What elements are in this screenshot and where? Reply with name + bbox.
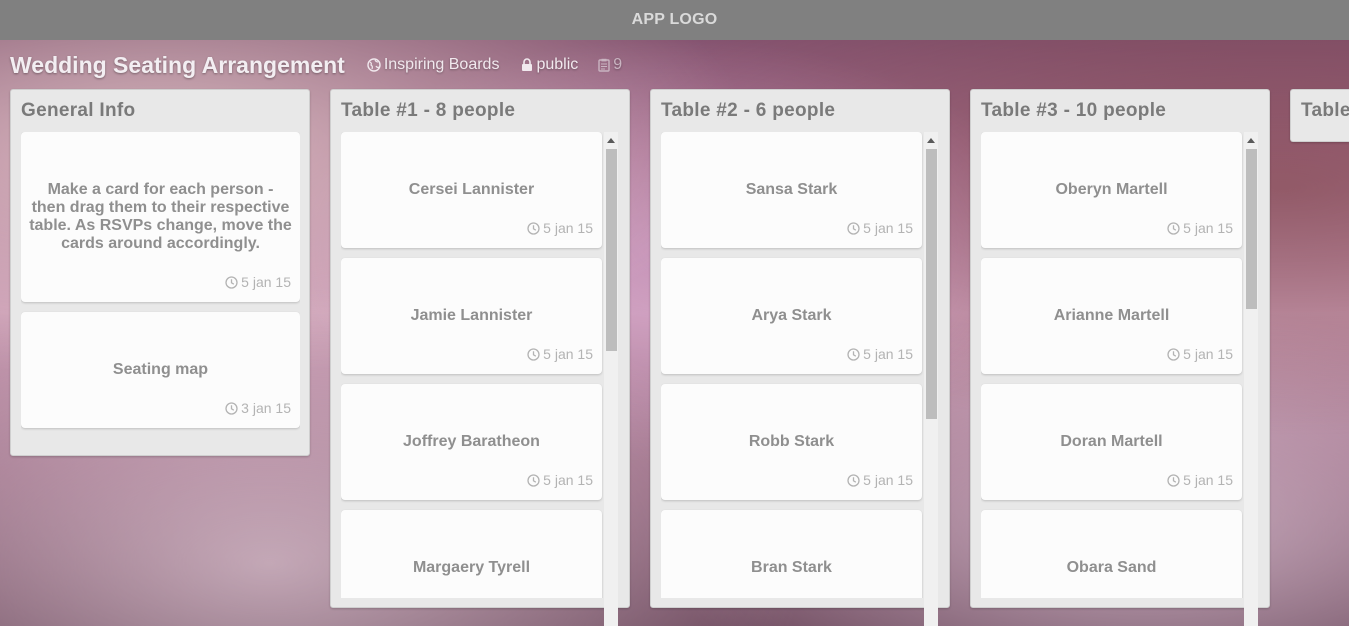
list-scrollbar[interactable] <box>924 132 938 626</box>
card[interactable]: Oberyn Martell 5 jan 15 <box>981 132 1242 248</box>
clock-icon <box>225 275 238 289</box>
clock-icon <box>1167 347 1180 361</box>
card-title: Doran Martell <box>1060 433 1163 450</box>
card-date-label: 5 jan 15 <box>863 472 913 488</box>
card-date-label: 5 jan 15 <box>241 274 291 290</box>
globe-icon <box>367 58 381 72</box>
card-title: Make a card for each person - then drag … <box>29 181 292 252</box>
card[interactable]: Seating map 3 jan 15 <box>21 312 300 428</box>
card-date: 5 jan 15 <box>527 220 593 236</box>
card-date-label: 5 jan 15 <box>543 472 593 488</box>
list-scrollbar[interactable] <box>604 132 618 626</box>
lock-icon <box>522 58 533 71</box>
card[interactable]: Cersei Lannister 5 jan 15 <box>341 132 602 248</box>
card-list: Sansa Stark 5 jan 15 Arya Stark 5 jan 15… <box>661 132 923 598</box>
clock-icon <box>527 221 540 235</box>
card-title: Cersei Lannister <box>408 181 535 198</box>
card-title: Joffrey Baratheon <box>403 433 540 450</box>
card-date-label: 5 jan 15 <box>543 346 593 362</box>
card-date: 5 jan 15 <box>527 346 593 362</box>
scroll-thumb[interactable] <box>606 149 617 351</box>
card[interactable]: Sansa Stark 5 jan 15 <box>661 132 922 248</box>
card-date: 5 jan 15 <box>1167 472 1233 488</box>
card[interactable]: Arianne Martell 5 jan 15 <box>981 258 1242 374</box>
card-date-label: 3 jan 15 <box>241 400 291 416</box>
card-title: Robb Stark <box>748 433 835 450</box>
card-title: Bran Stark <box>751 559 832 576</box>
card-date: 3 jan 15 <box>225 400 291 416</box>
card-date: 5 jan 15 <box>847 220 913 236</box>
board-title: Wedding Seating Arrangement <box>10 51 345 78</box>
card[interactable]: Make a card for each person - then drag … <box>21 132 300 302</box>
scroll-up-arrow[interactable] <box>927 138 935 143</box>
list-title: Table #2 - 6 people <box>661 100 836 121</box>
top-bar: APP LOGO <box>0 0 1349 40</box>
board-category-label: Inspiring Boards <box>383 56 500 73</box>
board-card-count: 9 <box>598 56 622 74</box>
clock-icon <box>527 473 540 487</box>
card[interactable]: Bran Stark <box>661 510 922 598</box>
clock-icon <box>847 347 860 361</box>
scroll-up-arrow[interactable] <box>607 138 615 143</box>
list-column[interactable]: Table <box>1290 89 1349 142</box>
scroll-up-arrow[interactable] <box>1247 138 1255 143</box>
clipboard-icon <box>598 58 610 72</box>
list-column[interactable]: Table #1 - 8 people Cersei Lannister 5 j… <box>330 89 630 626</box>
card-title: Oberyn Martell <box>1055 181 1168 198</box>
card[interactable]: Robb Stark 5 jan 15 <box>661 384 922 500</box>
board-visibility-label: public <box>536 56 579 73</box>
card-title: Arianne Martell <box>1053 307 1170 324</box>
card-title: Arya Stark <box>751 307 832 324</box>
card-date-label: 5 jan 15 <box>543 220 593 236</box>
clock-icon <box>225 401 238 415</box>
card[interactable]: Jamie Lannister 5 jan 15 <box>341 258 602 374</box>
clock-icon <box>1167 221 1180 235</box>
list-title: General Info <box>21 100 136 121</box>
card-date: 5 jan 15 <box>847 346 913 362</box>
card-list: Cersei Lannister 5 jan 15 Jamie Lanniste… <box>341 132 603 598</box>
list-scrollbar[interactable] <box>1244 132 1258 626</box>
board-header: Wedding Seating Arrangement Inspiring Bo… <box>10 48 622 82</box>
card-title: Obara Sand <box>1066 559 1157 576</box>
card-date-label: 5 jan 15 <box>1183 220 1233 236</box>
clock-icon <box>847 221 860 235</box>
card[interactable]: Obara Sand <box>981 510 1242 598</box>
card-date-label: 5 jan 15 <box>1183 346 1233 362</box>
board-card-count-value: 9 <box>613 56 623 73</box>
board-visibility[interactable]: public <box>521 56 578 74</box>
clock-icon <box>527 347 540 361</box>
card-date-label: 5 jan 15 <box>863 220 913 236</box>
clock-icon <box>847 473 860 487</box>
list-title: Table <box>1301 100 1349 121</box>
card-title: Seating map <box>112 361 209 378</box>
clock-icon <box>1167 473 1180 487</box>
card-date-label: 5 jan 15 <box>1183 472 1233 488</box>
list-title: Table #1 - 8 people <box>341 100 516 121</box>
card-date-label: 5 jan 15 <box>863 346 913 362</box>
scroll-thumb[interactable] <box>1246 149 1257 309</box>
card-date: 5 jan 15 <box>847 472 913 488</box>
card-title: Margaery Tyrell <box>412 559 531 576</box>
card-date: 5 jan 15 <box>225 274 291 290</box>
list-column[interactable]: Table #2 - 6 people Sansa Stark 5 jan 15… <box>650 89 950 626</box>
card-title: Jamie Lannister <box>410 307 533 324</box>
card-date: 5 jan 15 <box>1167 346 1233 362</box>
app-logo[interactable]: APP LOGO <box>632 11 718 29</box>
card-date: 5 jan 15 <box>1167 220 1233 236</box>
scroll-thumb[interactable] <box>926 149 937 419</box>
card[interactable]: Doran Martell 5 jan 15 <box>981 384 1242 500</box>
list-column[interactable]: Table #3 - 10 people Oberyn Martell 5 ja… <box>970 89 1270 626</box>
card-title: Sansa Stark <box>745 181 838 198</box>
list-title: Table #3 - 10 people <box>981 100 1167 121</box>
card-list: Make a card for each person - then drag … <box>21 132 300 442</box>
card-list: Oberyn Martell 5 jan 15 Arianne Martell … <box>981 132 1243 598</box>
card[interactable]: Arya Stark 5 jan 15 <box>661 258 922 374</box>
card[interactable]: Margaery Tyrell <box>341 510 602 598</box>
card[interactable]: Joffrey Baratheon 5 jan 15 <box>341 384 602 500</box>
board-category-link[interactable]: Inspiring Boards <box>367 56 500 74</box>
card-date: 5 jan 15 <box>527 472 593 488</box>
list-column[interactable]: General Info Make a card for each person… <box>10 89 310 456</box>
